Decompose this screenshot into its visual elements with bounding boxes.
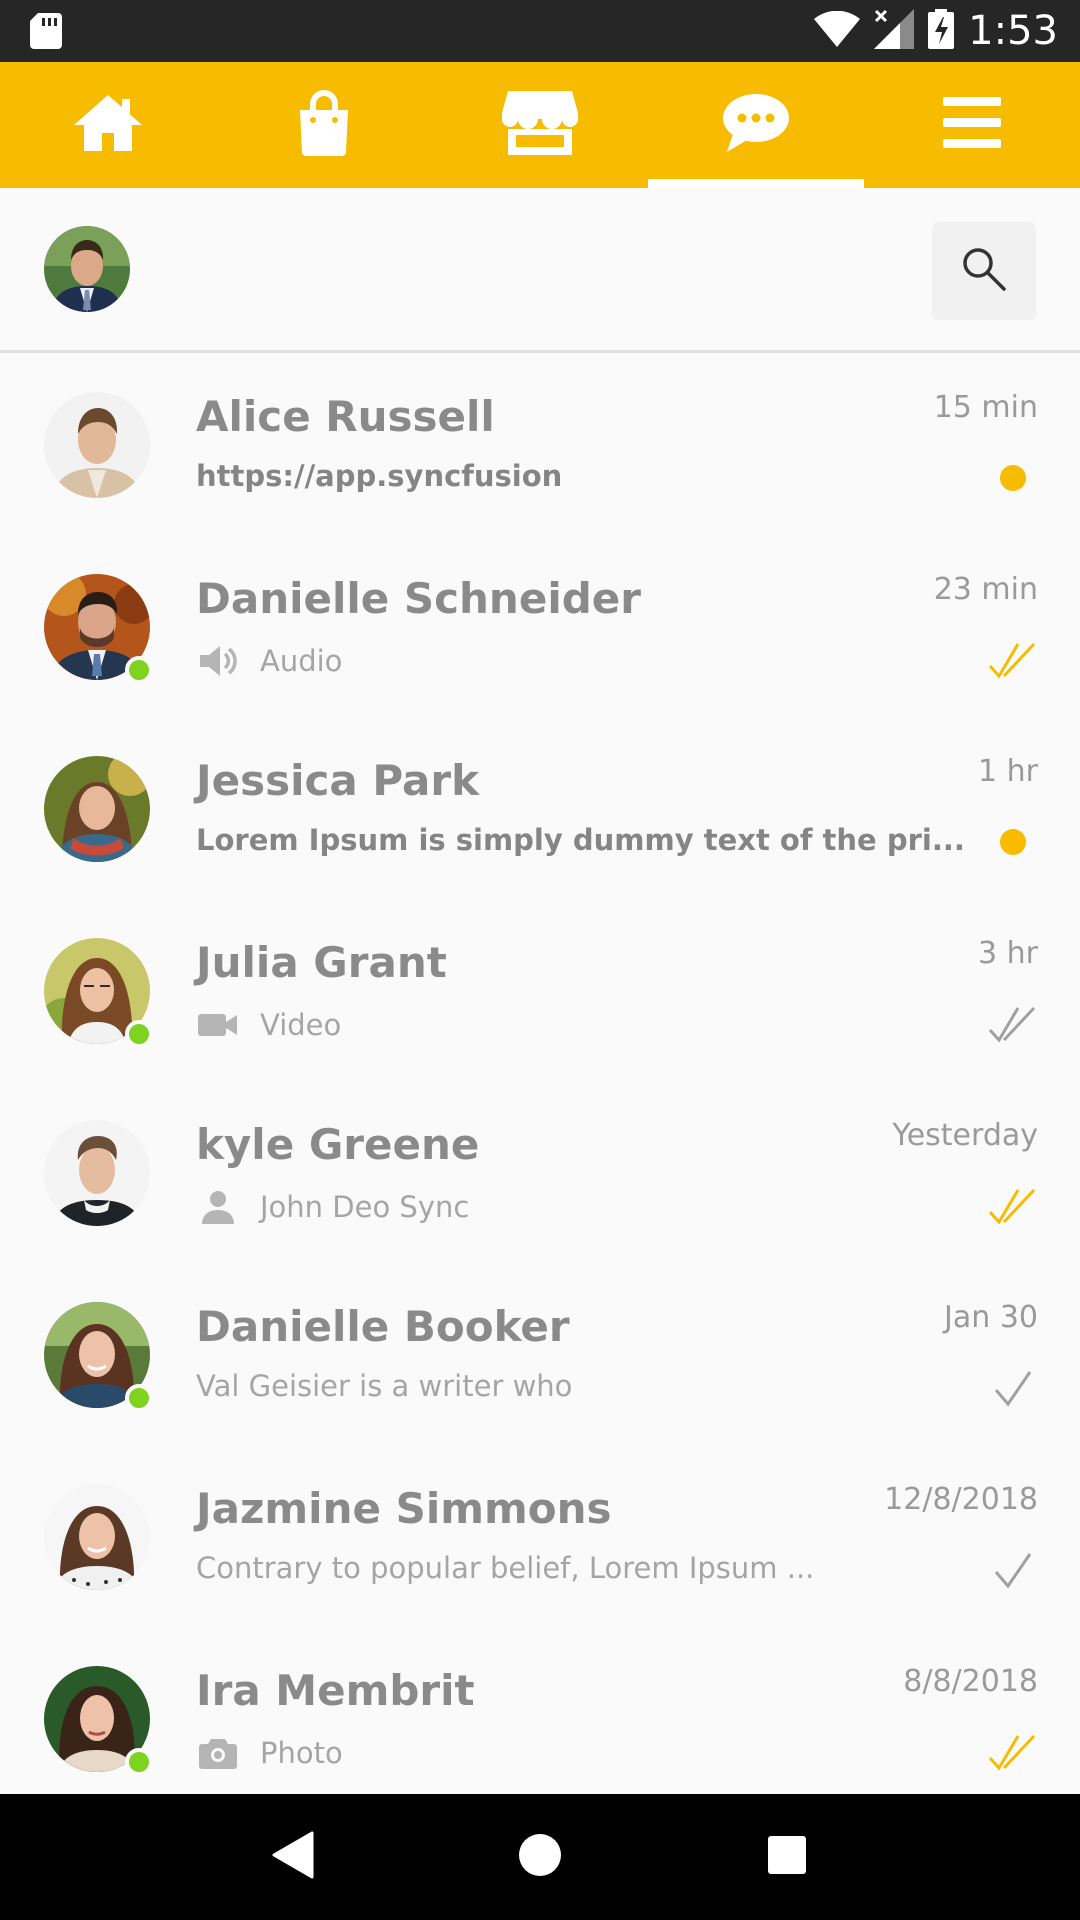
chat-list-item[interactable]: Jessica Park 1 hr Lorem Ipsum is simply … [0,720,1080,902]
read-double-check-icon [988,638,1038,682]
status-clock: 1:53 [968,8,1058,54]
shopping-bag-icon [294,90,354,160]
message-preview: https://app.syncfusion [196,459,562,493]
message-preview-text: John Deo Sync [260,1190,470,1224]
online-indicator [125,1748,153,1776]
chat-list-item[interactable]: Danielle Booker Jan 30 Val Geisier is a … [0,1266,1080,1448]
unread-dot-icon [988,456,1038,500]
back-triangle-icon [272,1831,314,1883]
back-button[interactable] [258,1822,328,1892]
top-navigation [0,62,1080,188]
video-icon [198,1005,238,1045]
read-double-check-icon [988,1184,1038,1228]
message-preview-text: Val Geisier is a writer who [196,1369,573,1403]
message-preview: Audio [196,641,342,681]
message-preview: Lorem Ipsum is simply dummy text of the … [196,823,965,857]
sent-check-icon [988,1366,1038,1410]
online-indicator [125,1020,153,1048]
system-navigation-bar [0,1794,1080,1920]
person-icon [198,1187,238,1227]
chat-list-item[interactable]: Ira Membrit 8/8/2018 Photo [0,1630,1080,1812]
chat-list-item[interactable]: Julia Grant 3 hr Video [0,902,1080,1084]
message-time: Jan 30 [944,1300,1038,1335]
sent-check-icon [988,1548,1038,1592]
message-time: 3 hr [978,936,1038,971]
avatar [44,756,150,862]
contact-name: Danielle Schneider [196,574,641,623]
chat-header [0,188,1080,353]
home-circle-icon [518,1833,562,1881]
message-preview-text: Photo [260,1736,343,1770]
chat-list-item[interactable]: Danielle Schneider 23 min Audio [0,538,1080,720]
contact-name: Danielle Booker [196,1302,570,1351]
message-time: Yesterday [892,1118,1038,1153]
message-preview: John Deo Sync [196,1187,469,1227]
message-time: 8/8/2018 [903,1664,1038,1699]
chat-list: Alice Russell 15 min https://app.syncfus… [0,356,1080,1812]
camera-icon [198,1733,238,1773]
tab-home[interactable] [0,62,216,188]
message-time: 23 min [933,572,1038,607]
contact-name: Julia Grant [196,938,447,987]
tab-menu[interactable] [864,62,1080,188]
unread-dot-icon [988,820,1038,864]
search-button[interactable] [932,222,1036,320]
message-preview: Photo [196,1733,343,1773]
message-preview-text: Lorem Ipsum is simply dummy text of the … [196,823,965,857]
message-preview: Contrary to popular belief, Lorem Ipsum … [196,1551,814,1585]
cell-signal-icon [874,9,915,53]
tab-chats[interactable] [648,62,864,188]
avatar [44,1484,150,1590]
store-icon [502,91,578,159]
contact-name: kyle Greene [196,1120,480,1169]
avatar [44,392,150,498]
contact-name: Jazmine Simmons [196,1484,612,1533]
message-preview-text: Video [260,1008,342,1042]
home-icon [72,93,144,157]
online-indicator [125,1384,153,1412]
chat-list-item[interactable]: Jazmine Simmons 12/8/2018 Contrary to po… [0,1448,1080,1630]
recents-square-icon [767,1835,807,1879]
message-time: 1 hr [978,754,1038,789]
contact-name: Alice Russell [196,392,495,441]
speaker-icon [198,641,238,681]
chat-list-item[interactable]: Alice Russell 15 min https://app.syncfus… [0,356,1080,538]
tab-shop[interactable] [216,62,432,188]
message-preview-text: https://app.syncfusion [196,459,563,493]
chat-icon [723,94,789,156]
message-preview-text: Contrary to popular belief, Lorem Ipsum … [196,1551,815,1585]
chat-list-item[interactable]: kyle Greene Yesterday John Deo Sync [0,1084,1080,1266]
battery-charging-icon [928,9,955,53]
online-indicator [125,656,153,684]
tab-store[interactable] [432,62,648,188]
my-profile-avatar[interactable] [44,226,130,312]
avatar [44,1120,150,1226]
contact-name: Jessica Park [196,756,480,805]
contact-name: Ira Membrit [196,1666,475,1715]
message-time: 12/8/2018 [884,1482,1038,1517]
recents-button[interactable] [752,1822,822,1892]
status-bar: 1:53 [0,0,1080,62]
message-preview: Val Geisier is a writer who [196,1369,572,1403]
sd-card-icon [30,13,62,53]
message-time: 15 min [933,390,1038,425]
message-preview-text: Audio [260,644,343,678]
wifi-icon [814,10,861,51]
delivered-double-check-icon [988,1002,1038,1046]
menu-icon [943,97,1001,153]
read-double-check-icon [988,1730,1038,1774]
message-preview: Video [196,1005,341,1045]
home-button[interactable] [505,1822,575,1892]
search-icon [961,246,1007,296]
